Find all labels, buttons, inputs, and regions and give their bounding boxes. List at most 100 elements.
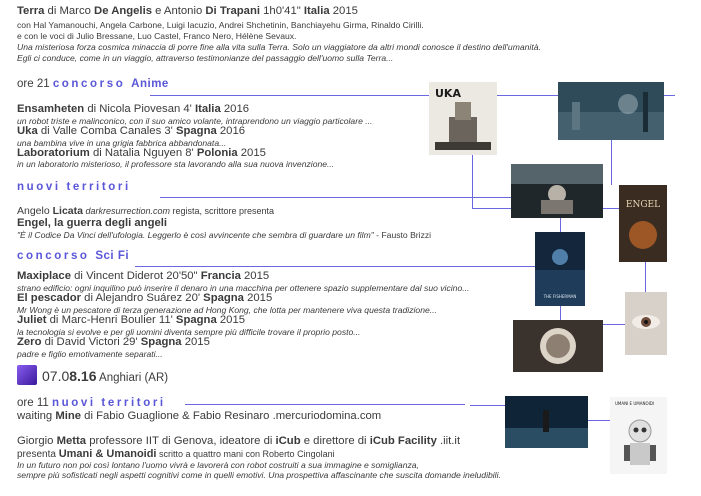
zero-art	[513, 320, 603, 372]
film-country: Spagna	[203, 292, 244, 304]
iit-site: .iit.it	[436, 435, 461, 447]
nuovi-divider	[160, 197, 515, 198]
film-by: di Nicola Piovesan 4'	[84, 103, 195, 115]
terra-cast: con Hal Yamanouchi, Angela Carbone, Luig…	[17, 20, 424, 30]
scifi-film-4-desc: padre e figlio emotivamente separati...	[17, 349, 163, 359]
metta-role: professore IIT di Genova, ideatore di	[86, 435, 276, 447]
film-year: 2015	[181, 336, 210, 348]
film-country: Francia	[200, 270, 241, 282]
waiting-by: di Fabio Guaglione & Fabio Resinaro .mer…	[81, 410, 382, 422]
film-country: Polonia	[196, 147, 238, 159]
engel-quote: "È il Codice Da Vinci dell'ufologia. Leg…	[17, 230, 374, 240]
fisherman-poster-art: THE FISHERMAN	[535, 232, 585, 306]
film-by: di Valle Comba Canales 3'	[37, 125, 176, 137]
film-country: Spagna	[175, 314, 217, 326]
uka-poster-art: UKA	[429, 82, 497, 155]
engel-quote-line: "È il Codice Da Vinci dell'ufologia. Leg…	[17, 230, 431, 240]
film-year: 2015	[240, 270, 270, 282]
film-year: 2016	[220, 103, 250, 115]
terra-year: 2015	[329, 5, 358, 17]
engel-poster-art: ENGEL	[619, 185, 667, 262]
film-by: di Natalia Nguyen 8'	[89, 147, 197, 159]
connector	[588, 420, 610, 421]
film-year: 2015	[216, 314, 246, 326]
film-year: 2015	[237, 147, 266, 159]
film-country: Italia	[194, 103, 221, 115]
film-title: Laboratorium	[17, 147, 90, 159]
juliet-art	[625, 292, 667, 355]
book-cover-text: UMANI E UMANOIDI	[615, 401, 654, 406]
connector	[611, 140, 612, 185]
mine-art	[505, 396, 588, 448]
laboratorium-image	[511, 164, 603, 218]
film-title: Maxiplace	[17, 270, 72, 282]
metta-line: Giorgio Metta professore IIT di Genova, …	[17, 435, 460, 447]
film-by: di Alejandro Suárez 20'	[81, 292, 204, 304]
anime-label: concorso	[52, 78, 126, 90]
engel-poster-text: ENGEL	[626, 200, 660, 210]
guest-site: darkresurrection.com	[82, 206, 171, 216]
terra-country: Italia	[303, 5, 330, 17]
film-by: di Marc-Henri Boulier 11'	[46, 314, 176, 326]
nuovi2-label: nuovi territori	[51, 397, 166, 409]
nuovi-territori-2-header: ore 11 nuovi territori	[17, 397, 166, 409]
book-by: scritto a quattro mani con Roberto Cingo…	[156, 449, 335, 459]
film-by: di David Victori 29'	[41, 336, 141, 348]
scifi-divider	[135, 266, 535, 267]
book-desc1: In un futuro non poi così lontano l'uomo…	[17, 460, 419, 470]
event-date: 07.08.16 Anghiari (AR)	[42, 368, 168, 384]
metta-dir: e direttore di	[300, 435, 370, 447]
fisherman-poster-image: THE FISHERMAN	[535, 232, 585, 306]
anime-film-2: Uka di Valle Comba Canales 3' Spagna 201…	[17, 125, 245, 137]
film-title: Zero	[17, 336, 42, 348]
nuovi2-time: ore 11	[17, 397, 52, 409]
film-country: Spagna	[175, 125, 217, 137]
guest-role: regista, scrittore presenta	[170, 206, 275, 216]
event-place: Anghiari (AR)	[96, 372, 169, 384]
film-title: Ensamheten	[17, 103, 85, 115]
connector	[645, 262, 646, 292]
terra-by: di Marco	[44, 5, 95, 17]
book-line: presenta Umani & Umanoidi scritto a quat…	[17, 448, 335, 460]
anime-time: ore 21	[17, 78, 53, 90]
terra-desc1: Una misteriosa forza cosmica minaccia di…	[17, 42, 541, 52]
presents: presenta	[17, 449, 59, 460]
anime-film-3: Laboratorium di Natalia Nguyen 8' Poloni…	[17, 147, 266, 159]
date-part2: 8.16	[69, 368, 97, 384]
anime-tag: Anime	[131, 78, 169, 90]
laboratorium-art	[511, 164, 603, 218]
scifi-film-3: Juliet di Marc-Henri Boulier 11' Spagna …	[17, 314, 245, 326]
guest-surname: Licata	[52, 205, 83, 217]
film-title: Uka	[17, 125, 38, 137]
terra-and: e Antonio	[152, 5, 206, 17]
mine-image	[505, 396, 588, 448]
anime-film-1: Ensamheten di Nicola Piovesan 4' Italia …	[17, 103, 249, 115]
scifi-header: concorso Sci Fi	[17, 250, 129, 262]
book-cover-art: UMANI E UMANOIDI	[610, 397, 667, 474]
fisherman-poster-text: THE FISHERMAN	[543, 294, 577, 299]
waiting-title: Mine	[55, 410, 82, 422]
connector	[472, 208, 512, 209]
metta-name: Giorgio	[17, 435, 57, 447]
zero-image	[513, 320, 603, 372]
terra-duration: 1h0'41"	[260, 5, 304, 17]
ensamheten-art	[558, 82, 664, 140]
film-title: El pescador	[17, 292, 82, 304]
connector	[560, 218, 561, 232]
terra-director2: Di Trapani	[205, 5, 261, 17]
engel-poster-image: ENGEL	[619, 185, 667, 262]
connector	[470, 405, 505, 406]
film-country: Spagna	[140, 336, 182, 348]
terra-heading: Terra di Marco De Angelis e Antonio Di T…	[17, 5, 358, 17]
terra-voices: e con le voci di Julio Bressane, Luo Cas…	[17, 31, 297, 41]
cube-logo	[17, 365, 37, 385]
film-by: di Vincent Diderot 20'50"	[71, 270, 201, 282]
anime-header: ore 21 concorso Anime	[17, 78, 169, 90]
nuovi2-divider	[185, 404, 465, 405]
waiting-line: waiting Mine di Fabio Guaglione & Fabio …	[17, 410, 381, 422]
guest-name: Angelo	[17, 205, 53, 217]
juliet-image	[625, 292, 667, 355]
scifi-label: concorso	[17, 250, 90, 262]
engel-title: Engel, la guerra degli angeli	[17, 217, 168, 229]
umani-umanoidi-book-image: UMANI E UMANOIDI	[610, 397, 667, 474]
